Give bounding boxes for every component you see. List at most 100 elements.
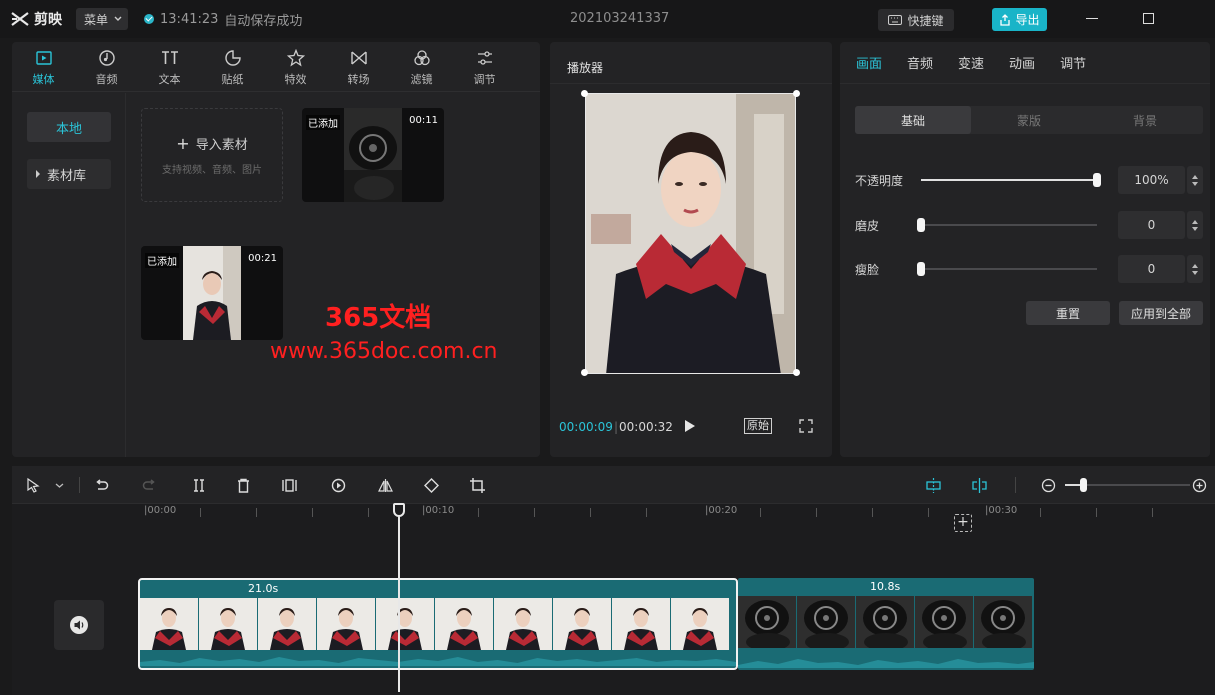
undo-button[interactable] bbox=[92, 476, 110, 494]
zoom-slider-knob[interactable] bbox=[1080, 478, 1087, 492]
tick-mark bbox=[256, 508, 257, 517]
zoom-in-button[interactable] bbox=[1190, 476, 1208, 494]
tab-adjust-props[interactable]: 调节 bbox=[1060, 53, 1086, 72]
maximize-icon[interactable] bbox=[1143, 13, 1154, 24]
menu-label: 菜单 bbox=[84, 12, 109, 27]
timeline-ruler[interactable]: |00:00 |00:10 |00:20 |00:30 bbox=[12, 505, 1215, 523]
play-icon[interactable] bbox=[685, 420, 695, 432]
export-icon bbox=[1000, 13, 1011, 26]
slider-knob[interactable] bbox=[1093, 173, 1101, 187]
properties-panel: 画面 音频 变速 动画 调节 基础 蒙版 背景 不透明度 100% 磨皮 0 瘦… bbox=[840, 42, 1210, 457]
clip-thumbnail bbox=[344, 108, 402, 202]
media-clip[interactable]: 已添加 00:21 bbox=[141, 246, 283, 340]
clip-duration: 00:11 bbox=[409, 115, 438, 126]
tick-mark bbox=[478, 508, 479, 517]
magnet-snap-icon bbox=[925, 477, 941, 493]
mute-track-button[interactable] bbox=[54, 600, 104, 650]
menu-dropdown[interactable]: 菜单 bbox=[76, 8, 129, 30]
media-clip[interactable]: 已添加 00:11 bbox=[302, 108, 444, 202]
zoom-slider[interactable] bbox=[1065, 478, 1190, 492]
resize-handle[interactable] bbox=[581, 369, 588, 376]
segment-mask[interactable]: 蒙版 bbox=[971, 106, 1087, 134]
shortcut-button[interactable]: 快捷键 bbox=[878, 9, 954, 31]
tab-picture[interactable]: 画面 bbox=[856, 53, 882, 72]
tab-adjust[interactable]: 调节 bbox=[453, 42, 516, 91]
export-button[interactable]: 导出 bbox=[992, 8, 1047, 31]
resize-handle[interactable] bbox=[793, 90, 800, 97]
import-media-button[interactable]: + 导入素材 支持视频、音频、图片 bbox=[141, 108, 283, 202]
tab-transition[interactable]: 转场 bbox=[327, 42, 390, 91]
clip-duration-label: 21.0s bbox=[248, 582, 279, 595]
save-status: 13:41:23 自动保存成功 bbox=[144, 10, 302, 29]
link-icon bbox=[971, 477, 987, 493]
tick-mark bbox=[368, 508, 369, 517]
mirror-icon bbox=[377, 478, 393, 492]
tab-media[interactable]: 媒体 bbox=[12, 42, 75, 91]
tab-sticker[interactable]: 贴纸 bbox=[201, 42, 264, 91]
crop-button[interactable] bbox=[468, 476, 486, 494]
tab-text[interactable]: 文本 bbox=[138, 42, 201, 91]
add-track-icon[interactable]: + bbox=[954, 514, 972, 532]
segment-background[interactable]: 背景 bbox=[1087, 106, 1203, 134]
sidebar-item-local[interactable]: 本地 bbox=[27, 112, 111, 142]
split-button[interactable] bbox=[190, 476, 208, 494]
linkage-button[interactable] bbox=[970, 476, 988, 494]
playhead[interactable] bbox=[398, 506, 400, 692]
mirror-button[interactable] bbox=[376, 476, 394, 494]
opacity-slider[interactable] bbox=[921, 173, 1101, 187]
opacity-input[interactable]: 100% bbox=[1118, 166, 1185, 194]
audio-waveform bbox=[140, 657, 736, 666]
tab-audio[interactable]: 音频 bbox=[75, 42, 138, 91]
aspect-ratio-button[interactable]: 原始 bbox=[744, 418, 772, 434]
select-dropdown[interactable] bbox=[50, 476, 68, 494]
added-badge: 已添加 bbox=[145, 253, 179, 268]
toolbar-divider bbox=[1015, 477, 1016, 493]
reset-button[interactable]: 重置 bbox=[1026, 301, 1110, 325]
tab-speed[interactable]: 变速 bbox=[958, 53, 984, 72]
sidebar-item-library[interactable]: 素材库 bbox=[27, 159, 111, 189]
rotate-button[interactable] bbox=[422, 476, 440, 494]
timeline-clip[interactable]: 10.8s bbox=[738, 578, 1034, 670]
redo-button[interactable] bbox=[140, 476, 158, 494]
resize-handle[interactable] bbox=[793, 369, 800, 376]
smooth-skin-stepper[interactable] bbox=[1187, 211, 1203, 239]
timeline: |00:00 |00:10 |00:20 |00:30 21.0s 10.8s bbox=[12, 466, 1215, 695]
chevron-down-icon bbox=[114, 16, 122, 21]
minimize-icon[interactable] bbox=[1086, 18, 1098, 19]
caret-down-icon bbox=[1192, 270, 1198, 275]
apply-all-button[interactable]: 应用到全部 bbox=[1119, 301, 1203, 325]
tab-media-label: 媒体 bbox=[32, 73, 55, 86]
auto-snap-button[interactable] bbox=[924, 476, 942, 494]
tab-audio-props[interactable]: 音频 bbox=[907, 53, 933, 72]
tab-animation[interactable]: 动画 bbox=[1009, 53, 1035, 72]
media-sidebar: 本地 素材库 bbox=[12, 93, 126, 457]
resize-handle[interactable] bbox=[581, 90, 588, 97]
zoom-out-button[interactable] bbox=[1039, 476, 1057, 494]
opacity-stepper[interactable] bbox=[1187, 166, 1203, 194]
smooth-skin-slider[interactable] bbox=[917, 218, 1097, 232]
import-subtitle: 支持视频、音频、图片 bbox=[162, 165, 262, 176]
slim-face-slider[interactable] bbox=[917, 262, 1097, 276]
playhead-handle[interactable] bbox=[393, 503, 405, 517]
fullscreen-icon[interactable] bbox=[799, 419, 813, 433]
freeze-button[interactable] bbox=[280, 476, 298, 494]
smooth-skin-label: 磨皮 bbox=[855, 219, 880, 233]
slider-knob[interactable] bbox=[917, 262, 925, 276]
redo-icon bbox=[142, 478, 155, 490]
slim-face-input[interactable]: 0 bbox=[1118, 255, 1185, 283]
reverse-button[interactable] bbox=[329, 476, 347, 494]
slim-face-stepper[interactable] bbox=[1187, 255, 1203, 283]
timeline-clip[interactable]: 21.0s bbox=[138, 578, 738, 670]
toolbar-divider bbox=[79, 477, 80, 493]
video-preview[interactable] bbox=[585, 93, 796, 374]
tab-sticker-label: 贴纸 bbox=[221, 73, 244, 86]
segment-basic[interactable]: 基础 bbox=[855, 106, 971, 134]
slider-knob[interactable] bbox=[917, 218, 925, 232]
tab-effects[interactable]: 特效 bbox=[264, 42, 327, 91]
select-tool[interactable] bbox=[24, 476, 42, 494]
filmstrip-frame bbox=[974, 596, 1032, 648]
slim-face-row: 瘦脸 0 bbox=[855, 255, 1203, 283]
tab-filter[interactable]: 滤镜 bbox=[390, 42, 453, 91]
smooth-skin-input[interactable]: 0 bbox=[1118, 211, 1185, 239]
delete-button[interactable] bbox=[234, 476, 252, 494]
